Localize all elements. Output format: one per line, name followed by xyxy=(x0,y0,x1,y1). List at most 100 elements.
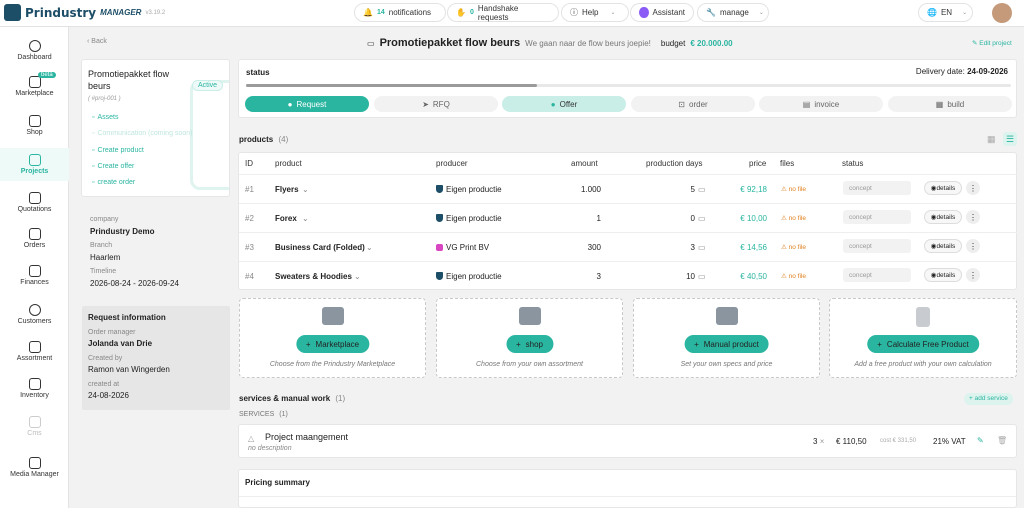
sidebar: Dashboard beta Marketplace Shop Projects … xyxy=(0,27,69,508)
chevron-down-icon[interactable]: ⌄ xyxy=(302,185,309,194)
row-amount: 300 xyxy=(587,243,601,252)
row-files[interactable]: ⚠ no file xyxy=(781,243,806,251)
status-label: concept xyxy=(849,242,872,250)
delivery-value: 24-09-2026 xyxy=(967,67,1008,76)
row-days: 0 xyxy=(690,214,695,223)
step-order[interactable]: ⊡ order xyxy=(631,96,755,112)
row-producer: Eigen productie xyxy=(436,272,502,281)
status-label: concept xyxy=(849,184,872,192)
chevron-down-icon[interactable]: ⌄ xyxy=(354,272,361,281)
service-row[interactable]: △ Project maangement no description 3 × … xyxy=(238,424,1017,458)
trash-icon[interactable]: 🗑 xyxy=(997,436,1007,445)
handshake-icon xyxy=(321,307,344,325)
row-days: 3 xyxy=(690,243,695,252)
top-bar: Prindustry MANAGER v3.19.2 🔔 14 notifica… xyxy=(0,0,1024,27)
products-heading: products (4) xyxy=(239,135,288,144)
sidebar-item-dashboard[interactable]: Dashboard xyxy=(0,35,69,65)
more-options-icon[interactable]: ⋮ xyxy=(966,181,980,195)
sidebar-item-assortment[interactable]: Assortment xyxy=(0,336,69,366)
handshake-label: Handshake requests xyxy=(477,3,519,22)
manual-product-button[interactable]: + Manual product xyxy=(684,335,769,353)
details-button[interactable]: ◉ details xyxy=(924,181,962,195)
chevron-down-icon[interactable]: ⌄ xyxy=(366,243,373,252)
step-offer[interactable]: ● Offer xyxy=(502,96,626,112)
edit-project-link[interactable]: ✎ Edit project xyxy=(972,39,1012,47)
edit-icon[interactable]: ✎ xyxy=(977,436,984,445)
more-options-icon[interactable]: ⋮ xyxy=(966,268,980,282)
help-button[interactable]: ⓘ Help ⌄ xyxy=(561,3,629,22)
brand-sub: MANAGER xyxy=(100,8,142,17)
more-options-icon[interactable]: ⋮ xyxy=(966,210,980,224)
create-order-link[interactable]: ▫ create order xyxy=(92,179,135,186)
send-icon: ➤ xyxy=(422,99,429,109)
sidebar-item-media-manager[interactable]: Media Manager xyxy=(0,452,69,482)
marketplace-button[interactable]: + Marketplace xyxy=(295,335,370,353)
step-rfq[interactable]: ➤ RFQ xyxy=(374,96,498,112)
sidebar-item-label: Media Manager xyxy=(10,470,59,478)
eigen-productie-icon xyxy=(436,214,443,222)
project-card: Promotiepakket flow beurs ( #proj-001 ) … xyxy=(81,59,230,197)
details-button[interactable]: ◉ details xyxy=(924,210,962,224)
notifications-button[interactable]: 🔔 14 notifications xyxy=(354,3,446,22)
row-status: concept xyxy=(843,239,911,253)
box-caption: Choose from the Prindustry Marketplace xyxy=(269,361,396,368)
back-link[interactable]: ‹ Back xyxy=(87,38,107,45)
globe-icon: 🌐 xyxy=(927,8,937,17)
row-files[interactable]: ⚠ no file xyxy=(781,185,806,193)
step-build[interactable]: ▦ build xyxy=(888,96,1012,112)
step-request[interactable]: ● Request xyxy=(245,96,369,112)
row-files[interactable]: ⚠ no file xyxy=(781,272,806,280)
table-row[interactable]: #3 Business Card (Folded) ⌄ VG Print BV … xyxy=(239,232,1017,261)
chevron-up-icon[interactable]: △ xyxy=(248,434,254,443)
list-view-icon[interactable]: ☰ xyxy=(1003,132,1017,146)
table-row[interactable]: #2 Forex ⌄ Eigen productie 1 0 ▭ € 10,00… xyxy=(239,203,1017,232)
sidebar-item-shop[interactable]: Shop xyxy=(0,110,69,140)
handshake-icon: ✋ xyxy=(456,8,466,17)
create-product-link[interactable]: ▫ Create product xyxy=(92,147,144,154)
timeline-label: Timeline xyxy=(90,268,117,275)
inventory-icon xyxy=(28,377,41,390)
table-row[interactable]: #4 Sweaters & Hoodies ⌄ Eigen productie … xyxy=(239,261,1017,290)
shop-button[interactable]: + shop xyxy=(505,335,554,353)
handshake-button[interactable]: ✋ 0 Handshake requests xyxy=(447,3,559,22)
plus-icon: + xyxy=(694,339,699,349)
sidebar-item-orders[interactable]: Orders xyxy=(0,223,69,253)
sidebar-item-marketplace[interactable]: beta Marketplace xyxy=(0,71,69,101)
calculate-free-product-button[interactable]: + Calculate Free Product xyxy=(867,335,979,353)
sidebar-item-label: Marketplace xyxy=(15,89,54,97)
add-service-label: add service xyxy=(974,395,1008,402)
table-row[interactable]: #1 Flyers ⌄ Eigen productie 1.000 5 ▭ € … xyxy=(239,174,1017,203)
create-offer-link[interactable]: ▫ Create offer xyxy=(92,163,134,170)
help-icon: ⓘ xyxy=(570,8,578,17)
sidebar-item-inventory[interactable]: Inventory xyxy=(0,373,69,403)
step-invoice[interactable]: ▤ invoice xyxy=(759,96,883,112)
cube-icon: ▫ xyxy=(92,147,95,154)
services-title: services & manual work xyxy=(239,394,331,403)
details-button[interactable]: ◉ details xyxy=(924,268,962,282)
chevron-down-icon[interactable]: ⌄ xyxy=(302,214,309,223)
add-service-button[interactable]: + add service xyxy=(964,393,1013,405)
avatar[interactable] xyxy=(992,3,1012,23)
sidebar-item-finances[interactable]: Finances xyxy=(0,260,69,290)
services-section-label: SERVICES (1) xyxy=(239,411,288,418)
manage-button[interactable]: 🔧 manage ⌄ xyxy=(697,3,769,22)
truck-icon: ▭ xyxy=(698,243,706,252)
sidebar-item-cms[interactable]: Cms xyxy=(0,411,69,441)
more-options-icon[interactable]: ⋮ xyxy=(966,239,980,253)
sidebar-item-projects[interactable]: Projects xyxy=(0,148,69,181)
language-select[interactable]: 🌐 EN ⌄ xyxy=(918,3,973,22)
logo[interactable]: Prindustry MANAGER v3.19.2 xyxy=(4,4,165,21)
details-button[interactable]: ◉ details xyxy=(924,239,962,253)
sidebar-item-customers[interactable]: Customers xyxy=(0,299,69,329)
sidebar-item-quotations[interactable]: Quotations xyxy=(0,187,69,217)
grid-view-icon[interactable]: ▦ xyxy=(987,134,999,146)
beta-badge: beta xyxy=(38,72,56,78)
row-files[interactable]: ⚠ no file xyxy=(781,214,806,222)
status-title: status xyxy=(246,68,270,77)
producer-name: VG Print BV xyxy=(446,243,490,252)
row-status: concept xyxy=(843,181,911,195)
assistant-button[interactable]: Assistant xyxy=(630,3,694,22)
paperclip-icon: ▫ xyxy=(92,114,95,121)
assets-link[interactable]: ▫ Assets xyxy=(92,114,119,121)
logo-icon xyxy=(4,4,21,21)
